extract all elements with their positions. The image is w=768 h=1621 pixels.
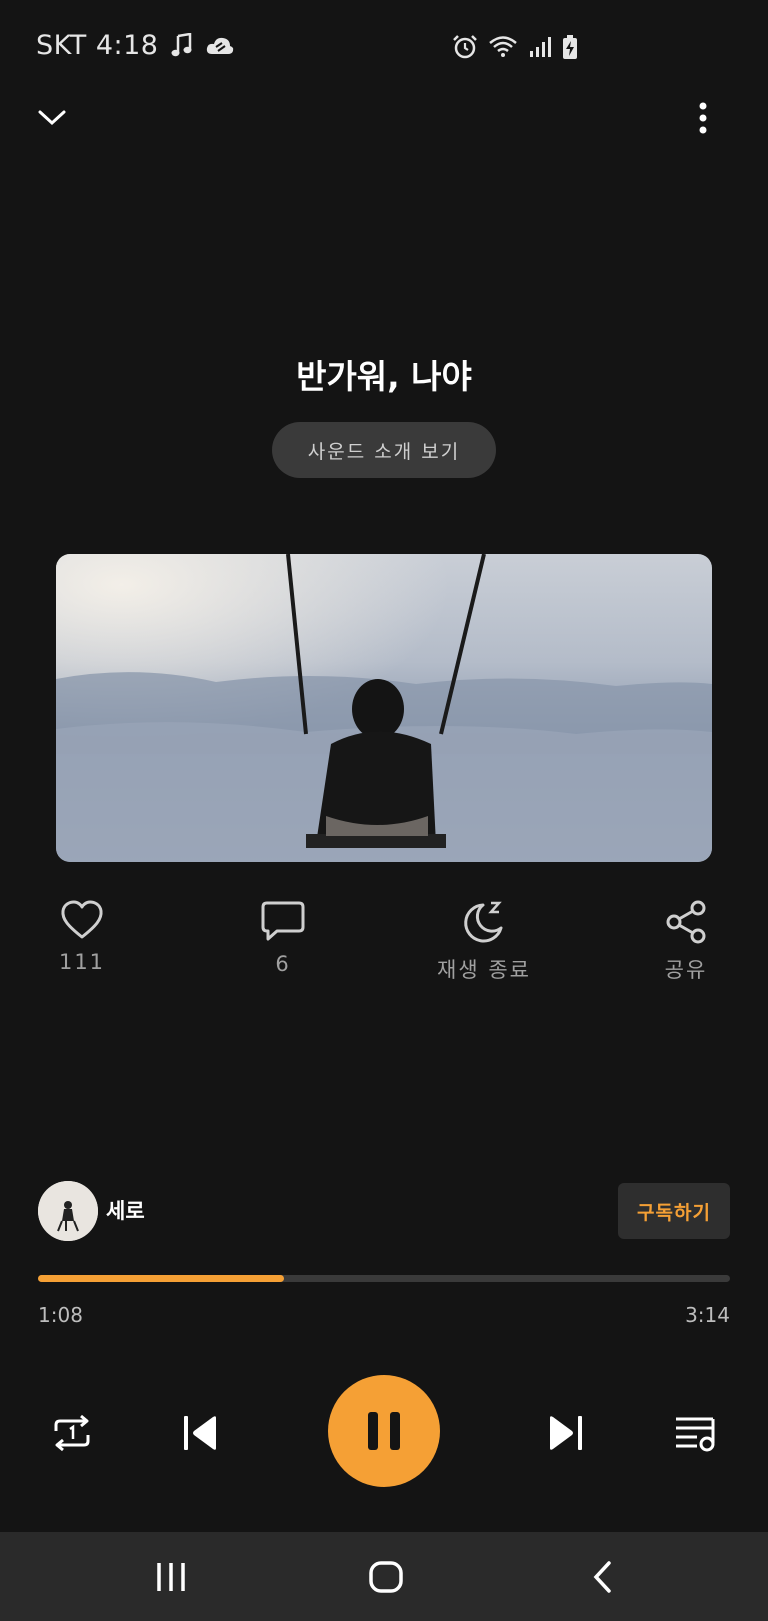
comment-count: 6	[275, 952, 291, 976]
skip-previous-icon	[184, 1416, 216, 1450]
skip-next-icon	[550, 1416, 582, 1450]
subscribe-button[interactable]: 구독하기	[618, 1183, 730, 1239]
back-icon	[593, 1561, 611, 1593]
recent-apps-icon	[157, 1563, 185, 1591]
status-bar-right	[452, 34, 578, 60]
carrier-time: SKT 4:18	[36, 30, 159, 61]
repeat-button[interactable]	[44, 1405, 100, 1461]
track-title: 반가워, 나야	[296, 357, 472, 396]
repeat-one-icon	[54, 1414, 90, 1452]
collapse-button[interactable]	[30, 96, 74, 140]
next-button[interactable]	[538, 1405, 594, 1461]
heart-icon	[61, 900, 103, 939]
home-icon	[369, 1561, 403, 1593]
progress-fill	[38, 1275, 284, 1282]
cloud-icon	[207, 37, 234, 54]
playlist-button[interactable]	[668, 1405, 724, 1461]
current-time: 1:08	[38, 1303, 83, 1327]
chevron-down-icon	[38, 110, 66, 126]
artist-avatar[interactable]	[38, 1181, 98, 1241]
more-options-button[interactable]	[688, 96, 718, 140]
comment-button[interactable]: 6	[213, 900, 353, 976]
recent-apps-button[interactable]	[146, 1552, 196, 1602]
sleep-timer-label: 재생 종료	[437, 958, 531, 982]
album-artwork	[56, 554, 712, 862]
back-button[interactable]	[578, 1552, 628, 1602]
previous-button[interactable]	[172, 1405, 228, 1461]
status-bar-left: SKT 4:18	[36, 30, 234, 61]
pause-button[interactable]	[328, 1375, 440, 1487]
alarm-icon	[453, 35, 477, 59]
signal-icon	[530, 37, 551, 57]
pause-icon	[368, 1412, 400, 1450]
more-vert-icon	[699, 102, 707, 134]
sound-intro-button[interactable]: 사운드 소개 보기	[272, 422, 496, 478]
like-button[interactable]: 111	[12, 900, 152, 974]
total-time: 3:14	[685, 1303, 730, 1327]
share-label: 공유	[664, 958, 708, 982]
comment-icon	[261, 901, 305, 941]
wifi-icon	[489, 36, 517, 57]
share-button[interactable]: 공유	[616, 900, 756, 984]
artist-name[interactable]: 세로	[106, 1195, 145, 1225]
share-icon	[666, 900, 706, 944]
sleep-timer-button[interactable]: 재생 종료	[414, 900, 554, 984]
playlist-icon	[676, 1417, 715, 1452]
battery-charging-icon	[563, 35, 577, 59]
music-note-icon	[171, 32, 192, 56]
sleep-timer-icon	[464, 901, 503, 943]
home-button[interactable]	[361, 1552, 411, 1602]
like-count: 111	[58, 950, 106, 974]
